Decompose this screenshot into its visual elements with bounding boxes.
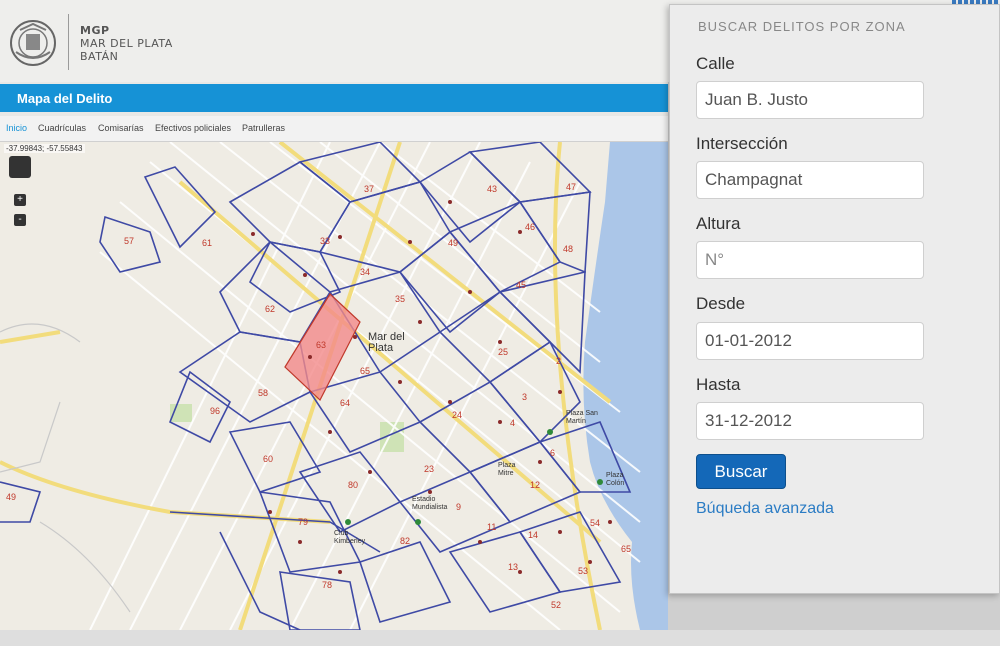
zone-label: 48 — [563, 244, 574, 254]
zone-label: 3 — [522, 392, 528, 402]
altura-label: Altura — [696, 214, 741, 233]
advanced-search-link[interactable]: Búqueda avanzada — [696, 500, 834, 518]
panel-title: BUSCAR DELITOS POR ZONA — [698, 19, 906, 34]
place-label: Plaza Mitre — [498, 462, 516, 477]
map-canvas — [0, 142, 668, 630]
zone-label: 62 — [265, 304, 276, 314]
zone-label: 49 — [448, 238, 459, 248]
logo-line-1: MGP — [80, 24, 110, 37]
zone-label: 12 — [530, 480, 541, 490]
calle-input[interactable] — [696, 81, 924, 119]
zone-label: 53 — [578, 566, 589, 576]
zone-label: 45 — [516, 280, 527, 290]
hasta-label: Hasta — [696, 375, 741, 394]
place-label: Estadio Mundialista — [412, 496, 448, 511]
zone-label: 14 — [528, 530, 539, 540]
zone-label: 82 — [400, 536, 411, 546]
interseccion-input[interactable] — [696, 161, 924, 199]
zone-label: 57 — [124, 236, 135, 246]
zone-label: 64 — [340, 398, 351, 408]
zone-label: 24 — [452, 410, 463, 420]
zone-label: 34 — [360, 267, 371, 277]
zone-label: 52 — [551, 600, 562, 610]
app-window: MGP MAR DEL PLATA BATÁN Mapa del Delito … — [0, 0, 1000, 646]
logo-line-3: BATÁN — [80, 50, 119, 63]
buscar-button[interactable]: Buscar — [696, 454, 786, 489]
zone-label: 9 — [456, 502, 462, 512]
city-seal-icon — [10, 20, 56, 66]
footer-strip — [0, 630, 1000, 646]
zone-label: 11 — [487, 522, 497, 532]
tab-efectivos-policiales[interactable]: Efectivos policiales — [155, 123, 231, 133]
map-coordinates: -37.99843; -57.55843 — [4, 144, 85, 153]
tab-cuadriculas[interactable]: Cuadrículas — [38, 123, 86, 133]
zone-label: 49 — [6, 492, 17, 502]
logo-line-2: MAR DEL PLATA — [80, 37, 173, 50]
section-title-bar: Mapa del Delito — [0, 84, 672, 112]
zone-label: 25 — [498, 347, 509, 357]
zone-label: 23 — [424, 464, 435, 474]
zone-label: 2 — [556, 356, 562, 366]
zone-label: 46 — [525, 222, 536, 232]
logo-divider — [68, 14, 69, 70]
search-panel: BUSCAR DELITOS POR ZONA Calle Intersecci… — [669, 4, 1000, 594]
place-label: Plaza Colón — [606, 472, 625, 487]
zone-label: 47 — [566, 182, 577, 192]
zoom-out-button[interactable]: - — [14, 214, 26, 226]
tab-inicio[interactable]: Inicio — [6, 123, 27, 133]
calle-label: Calle — [696, 54, 735, 73]
zone-label: 78 — [322, 580, 333, 590]
crime-map[interactable]: -37.99843; -57.55843 + - 37 43 47 57 61 … — [0, 142, 668, 630]
zone-label: 58 — [258, 388, 269, 398]
map-tabs: Inicio Cuadrículas Comisarías Efectivos … — [0, 116, 672, 142]
zone-label: 65 — [360, 366, 371, 376]
zone-label: 61 — [202, 238, 213, 248]
city-label: Mar del Plata — [368, 331, 405, 354]
zone-label: 65 — [621, 544, 632, 554]
place-label: Club Kimberley — [334, 530, 366, 545]
zone-label: 63 — [316, 340, 327, 350]
zone-label: 80 — [348, 480, 359, 490]
zone-label: 13 — [508, 562, 519, 572]
place-label: Plaza San Martín — [566, 410, 598, 425]
interseccion-label: Intersección — [696, 134, 788, 153]
pan-arrows-icon[interactable] — [9, 156, 31, 178]
sea-area — [583, 142, 668, 630]
hasta-date-input[interactable] — [696, 402, 924, 440]
zone-label: 6 — [550, 448, 556, 458]
zone-label: 4 — [510, 418, 516, 428]
desde-label: Desde — [696, 294, 746, 313]
zone-label: 33 — [320, 236, 331, 246]
site-logo-text[interactable]: MGP MAR DEL PLATA BATÁN — [80, 24, 173, 63]
zone-label: 96 — [210, 406, 221, 416]
altura-input[interactable] — [696, 241, 924, 279]
page-title: Mapa del Delito — [17, 91, 113, 106]
zone-label: 35 — [395, 294, 406, 304]
zoom-in-button[interactable]: + — [14, 194, 26, 206]
zone-label: 37 — [364, 184, 375, 194]
zone-label: 43 — [487, 184, 498, 194]
tab-patrulleras[interactable]: Patrulleras — [242, 123, 285, 133]
zone-label: 79 — [298, 517, 309, 527]
desde-date-input[interactable] — [696, 322, 924, 360]
tab-comisarias[interactable]: Comisarías — [98, 123, 144, 133]
zone-label: 54 — [590, 518, 601, 528]
zone-label: 60 — [263, 454, 274, 464]
